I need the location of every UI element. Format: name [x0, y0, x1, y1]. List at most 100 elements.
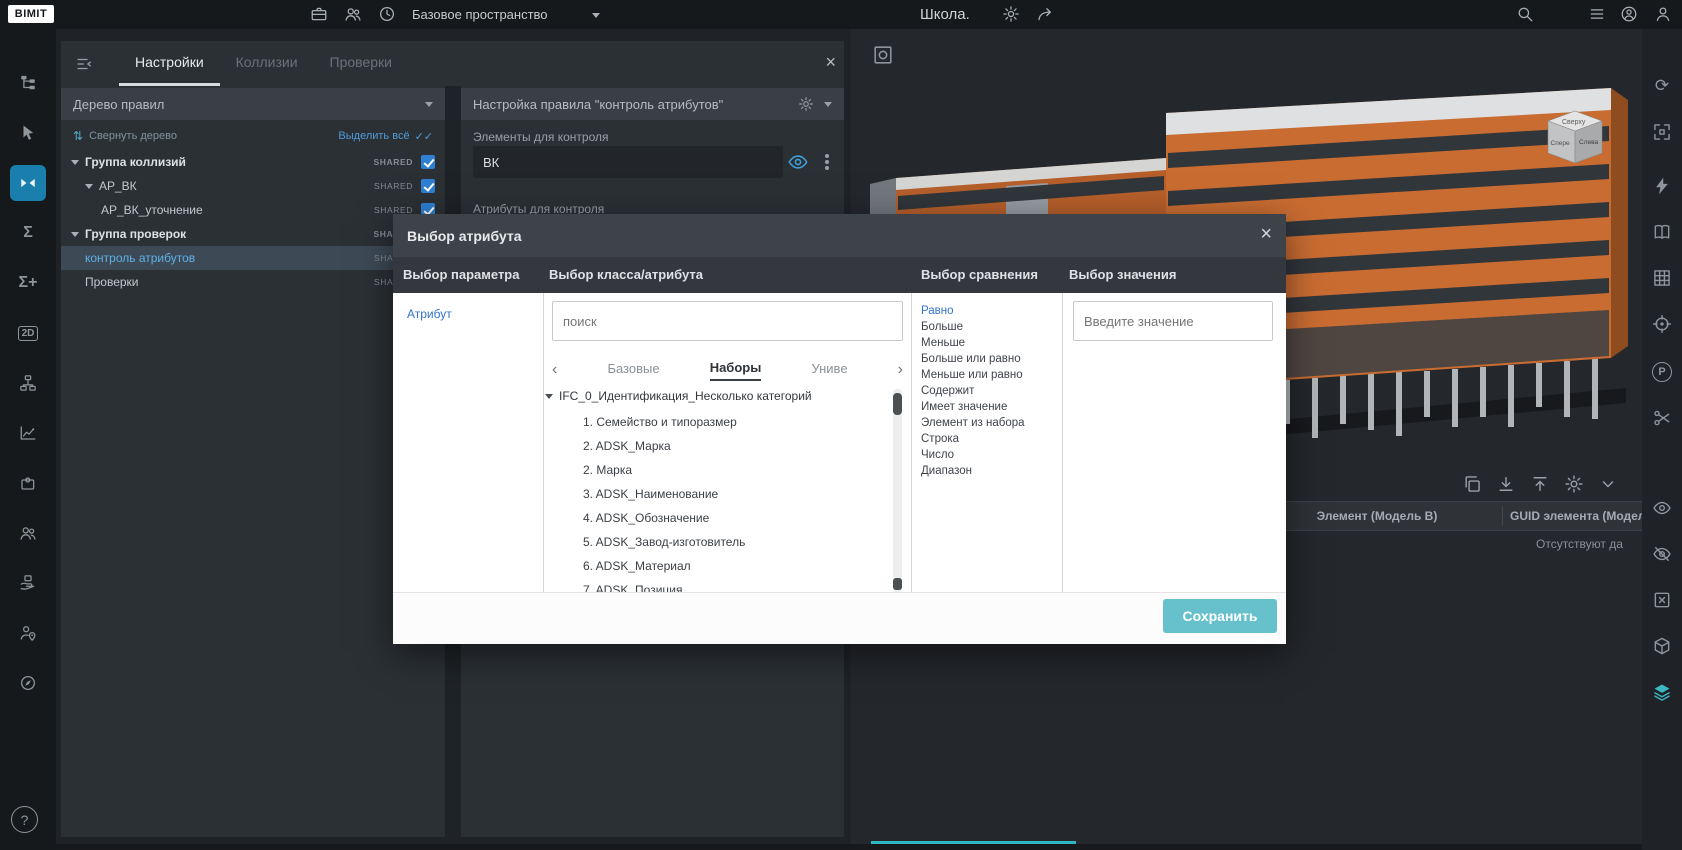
- comparison-option[interactable]: Диапазон: [921, 465, 972, 477]
- tab-checks[interactable]: Проверки: [314, 41, 408, 86]
- value-input[interactable]: [1073, 301, 1273, 341]
- attribute-item[interactable]: 6. ADSK_Материал: [583, 559, 691, 573]
- attribute-item[interactable]: 2. ADSK_Марка: [583, 439, 671, 453]
- tabs-chevron-left-icon[interactable]: ‹: [552, 361, 557, 379]
- history-icon[interactable]: [378, 5, 396, 23]
- attribute-tree-root[interactable]: IFC_0_Идентификация_Несколько категорий: [545, 389, 812, 403]
- sum-icon[interactable]: Σ: [10, 215, 46, 251]
- attribute-item[interactable]: 4. ADSK_Обозначение: [583, 511, 709, 525]
- collapse-panel-icon[interactable]: [75, 55, 93, 73]
- rule-config-header[interactable]: Настройка правила "контроль атрибутов": [461, 88, 844, 120]
- attribute-item[interactable]: 5. ADSK_Завод-изготовитель: [583, 535, 745, 549]
- attribute-item[interactable]: 1. Семейство и типоразмер: [583, 415, 737, 429]
- table-settings-gear-icon[interactable]: [1564, 474, 1584, 494]
- tab-collisions[interactable]: Коллизии: [220, 41, 314, 86]
- model-box-icon[interactable]: [1651, 635, 1673, 657]
- notifications-list-icon[interactable]: [1588, 5, 1606, 23]
- documentation-book-icon[interactable]: [1651, 221, 1673, 243]
- layers-filter-icon[interactable]: [1651, 681, 1673, 703]
- tree-row[interactable]: Группа проверок SHARED: [61, 222, 445, 246]
- comparison-option[interactable]: Имеет значение: [921, 401, 1007, 413]
- plugins-icon[interactable]: [10, 465, 46, 501]
- rule-config-chevron-down-icon[interactable]: [824, 102, 832, 107]
- collisions-icon[interactable]: [10, 165, 46, 201]
- clear-selection-icon[interactable]: [1651, 589, 1673, 611]
- tree-row[interactable]: АР_ВК SHARED: [61, 174, 445, 198]
- rules-tree-header[interactable]: Дерево правил: [61, 88, 445, 120]
- rule-gear-icon[interactable]: [798, 96, 814, 112]
- tab-basic[interactable]: Базовые: [607, 361, 659, 380]
- collaboration-icon[interactable]: [10, 515, 46, 551]
- grid-table-icon[interactable]: [1651, 267, 1673, 289]
- parameter-option-attribute[interactable]: Атрибут: [407, 307, 452, 321]
- root-caret-icon[interactable]: [545, 394, 553, 399]
- copy-icon[interactable]: [1462, 474, 1482, 494]
- profile-icon[interactable]: [1654, 5, 1672, 23]
- tree-row[interactable]: Проверки SHARED: [61, 270, 445, 294]
- sum-plus-icon[interactable]: Σ+: [10, 265, 46, 301]
- attribute-item[interactable]: 7. ADSK_Позиция: [583, 583, 682, 592]
- view-cube[interactable]: Сверху Спере Слева: [1538, 104, 1612, 170]
- workspace-chevron-down-icon[interactable]: [592, 13, 600, 18]
- account-icon[interactable]: [1620, 5, 1638, 23]
- settings-close-icon[interactable]: ×: [825, 53, 836, 71]
- projects-icon[interactable]: [310, 5, 328, 23]
- attribute-list-scrollbar[interactable]: [893, 389, 902, 592]
- export-icon[interactable]: [1496, 474, 1516, 494]
- section-cut-icon[interactable]: [1651, 407, 1673, 429]
- tree-row-selected[interactable]: контроль атрибутов SHARED: [61, 246, 445, 270]
- tabs-chevron-right-icon[interactable]: ›: [898, 361, 903, 379]
- tab-universal[interactable]: Униве: [811, 361, 847, 380]
- comparison-option[interactable]: Больше: [921, 321, 963, 333]
- expand-caret-icon[interactable]: [71, 160, 79, 165]
- workspace-selector[interactable]: Базовое пространство: [412, 7, 548, 22]
- column-element-model-b[interactable]: Элемент (Модель B): [1252, 509, 1502, 523]
- fit-view-icon[interactable]: [1651, 121, 1673, 143]
- scrollbar-end[interactable]: [893, 578, 902, 590]
- hide-elements-eye-off-icon[interactable]: [1651, 543, 1673, 565]
- comparison-option[interactable]: Меньше: [921, 337, 965, 349]
- visibility-eye-icon[interactable]: [787, 151, 809, 173]
- row-checkbox[interactable]: [421, 155, 435, 169]
- collapse-table-chevron-icon[interactable]: [1598, 474, 1618, 494]
- comparison-option[interactable]: Равно: [921, 305, 954, 317]
- structure-icon[interactable]: [10, 365, 46, 401]
- tree-row[interactable]: Группа коллизий SHARED: [61, 150, 445, 174]
- attribute-search-input[interactable]: [552, 301, 903, 341]
- tab-settings[interactable]: Настройки: [119, 41, 220, 86]
- attribute-item[interactable]: 3. ADSK_Наименование: [583, 487, 718, 501]
- drawings-2d-icon[interactable]: 2D: [10, 315, 46, 351]
- search-icon[interactable]: [1516, 5, 1534, 23]
- show-elements-eye-icon[interactable]: [1651, 497, 1673, 519]
- save-button[interactable]: Сохранить: [1163, 599, 1277, 633]
- user-location-icon[interactable]: [10, 615, 46, 651]
- center-target-icon[interactable]: [1651, 313, 1673, 335]
- select-cursor-icon[interactable]: [10, 115, 46, 151]
- column-guid-element[interactable]: GUID элемента (Модел: [1510, 509, 1642, 523]
- comparison-option[interactable]: Меньше или равно: [921, 369, 1023, 381]
- project-settings-gear-icon[interactable]: [1002, 5, 1020, 23]
- comparison-option[interactable]: Элемент из набора: [921, 417, 1025, 429]
- tree-row[interactable]: АР_ВК_уточнение SHARED: [61, 198, 445, 222]
- elements-input[interactable]: [473, 146, 783, 178]
- orbit-icon[interactable]: ⟳: [1651, 75, 1673, 97]
- more-options-dots-icon[interactable]: [825, 160, 829, 164]
- modal-close-icon[interactable]: ×: [1260, 224, 1272, 244]
- tab-sets[interactable]: Наборы: [710, 360, 762, 381]
- comparison-option[interactable]: Больше или равно: [921, 353, 1021, 365]
- team-icon[interactable]: [344, 5, 362, 23]
- plan-icon[interactable]: P: [1651, 361, 1673, 383]
- select-all-button[interactable]: Выделить всё ✓✓: [338, 130, 433, 143]
- delivery-icon[interactable]: [10, 565, 46, 601]
- help-button[interactable]: ?: [11, 806, 38, 833]
- share-icon[interactable]: [1036, 5, 1054, 23]
- analytics-icon[interactable]: [10, 415, 46, 451]
- import-icon[interactable]: [1530, 474, 1550, 494]
- comparison-option[interactable]: Содержит: [921, 385, 974, 397]
- row-checkbox[interactable]: [421, 179, 435, 193]
- comparison-option[interactable]: Строка: [921, 433, 959, 445]
- attribute-item[interactable]: 2. Марка: [583, 463, 632, 477]
- comparison-option[interactable]: Число: [921, 449, 954, 461]
- model-tree-icon[interactable]: [10, 65, 46, 101]
- scrollbar-thumb[interactable]: [893, 393, 902, 415]
